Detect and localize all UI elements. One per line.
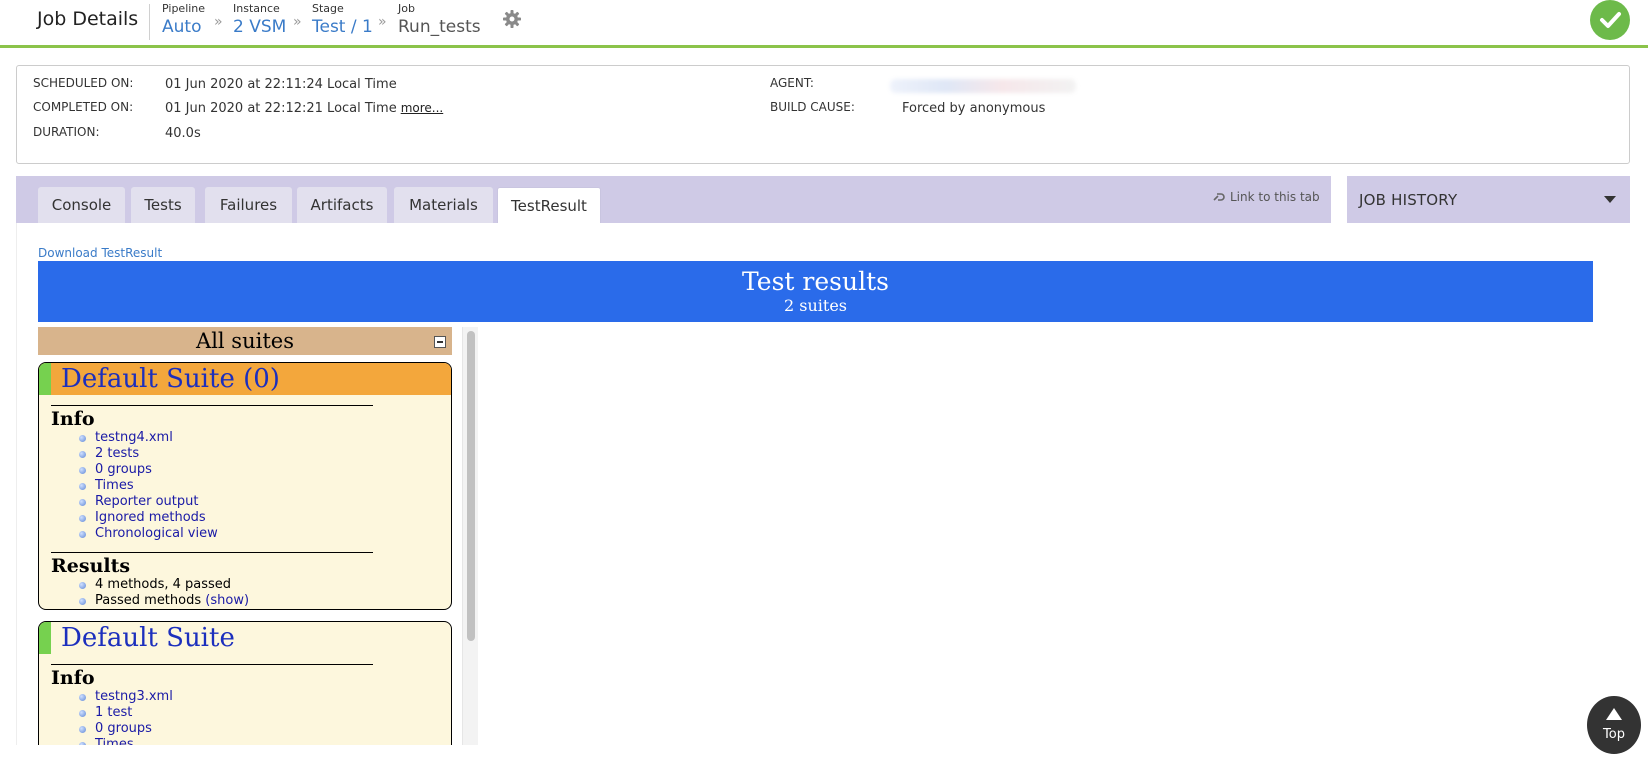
check-icon [1600, 12, 1621, 28]
more-link[interactable]: more... [401, 101, 444, 115]
scroll-to-top-button[interactable]: Top [1587, 696, 1641, 754]
breadcrumb-instance-label: Instance [233, 2, 280, 15]
suite-card: Default Suite (0) Info testng4.xml 2 tes… [38, 362, 452, 610]
info-heading: Info [51, 408, 95, 430]
list-item[interactable]: testng4.xml [79, 430, 451, 446]
suite-title[interactable]: Default Suite [39, 622, 451, 654]
list-item[interactable]: 2 tests [79, 446, 451, 462]
agent-label: AGENT: [770, 76, 814, 90]
tabs-bar: Console Tests Failures Artifacts Materia… [16, 176, 1331, 223]
job-history-label: JOB HISTORY [1359, 191, 1458, 209]
breadcrumb-job: Job Run_tests [398, 2, 481, 39]
link-icon [1213, 193, 1225, 201]
chevron-right-icon: » [293, 14, 302, 30]
suite-card: Default Suite Info testng3.xml 1 test 0 … [38, 621, 452, 745]
tab-failures[interactable]: Failures [205, 187, 292, 223]
all-suites-label: All suites [196, 329, 294, 353]
caret-down-icon [1604, 196, 1616, 203]
results-summary: 4 methods, 4 passed [79, 577, 451, 593]
gear-icon[interactable] [502, 9, 522, 29]
list-item[interactable]: testng3.xml [79, 689, 451, 705]
header-divider [149, 4, 150, 40]
breadcrumb-job-label: Job [398, 2, 415, 15]
list-item[interactable]: Chronological view [79, 526, 451, 542]
breadcrumb-stage-label: Stage [312, 2, 344, 15]
link-to-tab[interactable]: Link to this tab [1212, 190, 1320, 204]
breadcrumb-pipeline-label: Pipeline [162, 2, 206, 15]
list-item[interactable]: 1 test [79, 705, 451, 721]
report-subtitle: 2 suites [783, 296, 847, 315]
build-cause-label: BUILD CAUSE: [770, 100, 855, 114]
duration-value: 40.0s [165, 126, 201, 141]
scheduled-on-value: 01 Jun 2020 at 22:11:24 Local Time [165, 77, 397, 92]
job-status-passed[interactable] [1590, 0, 1630, 40]
all-suites-header: All suites [38, 327, 452, 355]
list-item[interactable]: Ignored methods [79, 510, 451, 526]
completed-on-label: COMPLETED ON: [33, 100, 134, 114]
page-title: Job Details [37, 8, 139, 30]
tab-artifacts[interactable]: Artifacts [297, 187, 387, 223]
list-item[interactable]: Times [79, 737, 451, 745]
job-history-toggle[interactable]: JOB HISTORY [1347, 176, 1630, 223]
passed-methods-item: Passed methods (show) [79, 593, 451, 609]
download-testresult-link[interactable]: Download TestResult [38, 246, 162, 260]
suites-panel: All suites Default Suite (0) Info testng… [38, 327, 452, 745]
divider [51, 664, 373, 665]
completed-on-value: 01 Jun 2020 at 22:12:21 Local Time [165, 101, 397, 116]
suite-title[interactable]: Default Suite (0) [39, 363, 451, 395]
link-to-tab-label: Link to this tab [1230, 190, 1320, 204]
breadcrumb-instance-link[interactable]: 2 VSM [233, 15, 286, 39]
test-results-banner: Test results 2 suites [38, 261, 1593, 322]
chevron-right-icon: » [214, 14, 223, 30]
build-cause-value: Forced by anonymous [902, 101, 1046, 116]
info-heading: Info [51, 667, 95, 689]
scheduled-on-label: SCHEDULED ON: [33, 76, 134, 90]
divider [51, 552, 373, 553]
scrollbar-thumb[interactable] [467, 331, 475, 641]
divider [51, 405, 373, 406]
chevron-right-icon: » [378, 14, 387, 30]
show-passed-link[interactable]: (show) [205, 593, 249, 608]
breadcrumb-stage-link[interactable]: Test / 1 [312, 15, 373, 39]
breadcrumb-stage: Stage Test / 1 [312, 2, 373, 39]
tab-tests[interactable]: Tests [131, 187, 195, 223]
breadcrumb-instance: Instance 2 VSM [233, 2, 286, 39]
scrollbar[interactable] [462, 327, 478, 745]
list-item[interactable]: Reporter output [79, 494, 451, 510]
breadcrumb-pipeline: Pipeline Auto [162, 2, 205, 39]
agent-value-redacted [890, 79, 1076, 93]
completed-on: 01 Jun 2020 at 22:12:21 Local Time more..… [165, 101, 443, 116]
info-list: testng3.xml 1 test 0 groups Times [79, 689, 451, 745]
info-list: testng4.xml 2 tests 0 groups Times Repor… [79, 430, 451, 542]
page-header: Job Details Pipeline Auto » Instance 2 V… [0, 0, 1648, 48]
passed-methods-label: Passed methods [95, 593, 202, 608]
duration-label: DURATION: [33, 125, 100, 139]
tab-testresult[interactable]: TestResult [497, 187, 601, 223]
breadcrumb-pipeline-link[interactable]: Auto [162, 15, 205, 39]
collapse-icon[interactable] [434, 336, 446, 348]
list-item[interactable]: Times [79, 478, 451, 494]
list-item[interactable]: 0 groups [79, 462, 451, 478]
scroll-to-top-label: Top [1603, 727, 1625, 742]
tab-console[interactable]: Console [38, 187, 125, 223]
results-heading: Results [51, 555, 131, 577]
list-item[interactable]: 0 groups [79, 721, 451, 737]
arrow-up-icon [1606, 708, 1622, 720]
report-title: Test results [742, 267, 889, 296]
results-list: 4 methods, 4 passed Passed methods (show… [79, 577, 451, 609]
breadcrumb-job-value: Run_tests [398, 17, 481, 37]
tab-materials[interactable]: Materials [394, 187, 493, 223]
